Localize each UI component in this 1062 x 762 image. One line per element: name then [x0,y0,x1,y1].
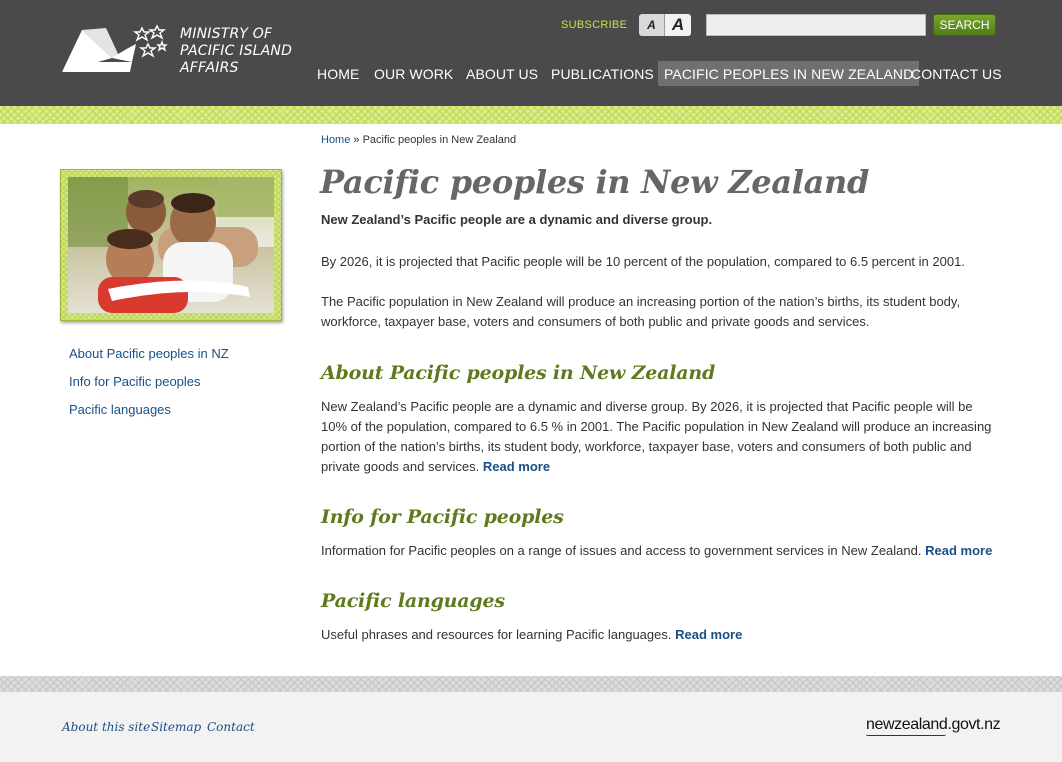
text-size-small-button[interactable]: A [639,14,665,36]
ministry-name[interactable]: MINISTRY OF PACIFIC ISLAND AFFAIRS [180,26,292,77]
nav-pacific-peoples[interactable]: PACIFIC PEOPLES IN NEW ZEALAND [658,61,920,86]
search-input[interactable] [706,14,926,36]
breadcrumb-home-link[interactable]: Home [321,134,350,146]
footer-link-contact[interactable]: Contact [207,720,255,734]
section-heading-languages[interactable]: Pacific languages [321,590,505,612]
logo-line: AFFAIRS [180,60,239,76]
footer-link-sitemap[interactable]: Sitemap [151,720,201,734]
breadcrumb: Home » Pacific peoples in New Zealand [321,134,516,146]
read-more-link[interactable]: Read more [925,543,992,558]
sidebar-link-about-pacific-peoples[interactable]: About Pacific peoples in NZ [69,346,229,361]
logo-line: MINISTRY OF [180,26,273,42]
nav-home[interactable]: HOME [317,61,359,86]
section-text-about: New Zealand’s Pacific people are a dynam… [321,397,995,477]
logo-line: PACIFIC ISLAND [180,43,293,59]
section-heading-info[interactable]: Info for Pacific peoples [321,506,564,528]
breadcrumb-separator: » [353,134,360,146]
newzealand-govt-logo[interactable]: newzealand.govt.nz [866,716,1001,734]
ministry-logo-icon[interactable] [62,22,174,76]
text-size-large-button[interactable]: A [665,14,691,36]
section-text-languages: Useful phrases and resources for learnin… [321,625,995,645]
section-text-info: Information for Pacific peoples on a ran… [321,541,995,561]
govt-logo-swoosh [866,734,946,736]
intro-paragraph: By 2026, it is projected that Pacific pe… [321,254,965,269]
section-body: Information for Pacific peoples on a ran… [321,543,922,558]
breadcrumb-current: Pacific peoples in New Zealand [362,134,517,146]
feature-image-frame [60,169,282,321]
page-title: Pacific peoples in New Zealand [320,163,870,201]
site-header: MINISTRY OF PACIFIC ISLAND AFFAIRS SUBSC… [0,0,1062,106]
footer-pattern-band [0,676,1062,692]
text-size-toggle: A A [639,14,691,36]
population-paragraph: The Pacific population in New Zealand wi… [321,294,961,329]
lead-paragraph: New Zealand’s Pacific people are a dynam… [321,212,713,227]
search-button[interactable]: SEARCH [933,14,996,36]
sidebar-link-pacific-languages[interactable]: Pacific languages [69,402,171,417]
nav-publications[interactable]: PUBLICATIONS [551,61,654,86]
nav-about-us[interactable]: ABOUT US [466,61,538,86]
nav-our-work[interactable]: OUR WORK [374,61,453,86]
section-heading-about[interactable]: About Pacific peoples in New Zealand [321,362,715,384]
nav-contact-us[interactable]: CONTACT US [911,61,1002,86]
header-pattern-band [0,106,1062,124]
family-photo [68,177,274,313]
read-more-link[interactable]: Read more [483,459,550,474]
footer-link-about-this-site[interactable]: About this site [62,720,150,734]
section-body: New Zealand’s Pacific people are a dynam… [321,399,992,474]
subscribe-link[interactable]: SUBSCRIBE [561,19,627,31]
section-body: Useful phrases and resources for learnin… [321,627,672,642]
read-more-link[interactable]: Read more [675,627,742,642]
sidebar-link-info-for-pacific-peoples[interactable]: Info for Pacific peoples [69,374,201,389]
